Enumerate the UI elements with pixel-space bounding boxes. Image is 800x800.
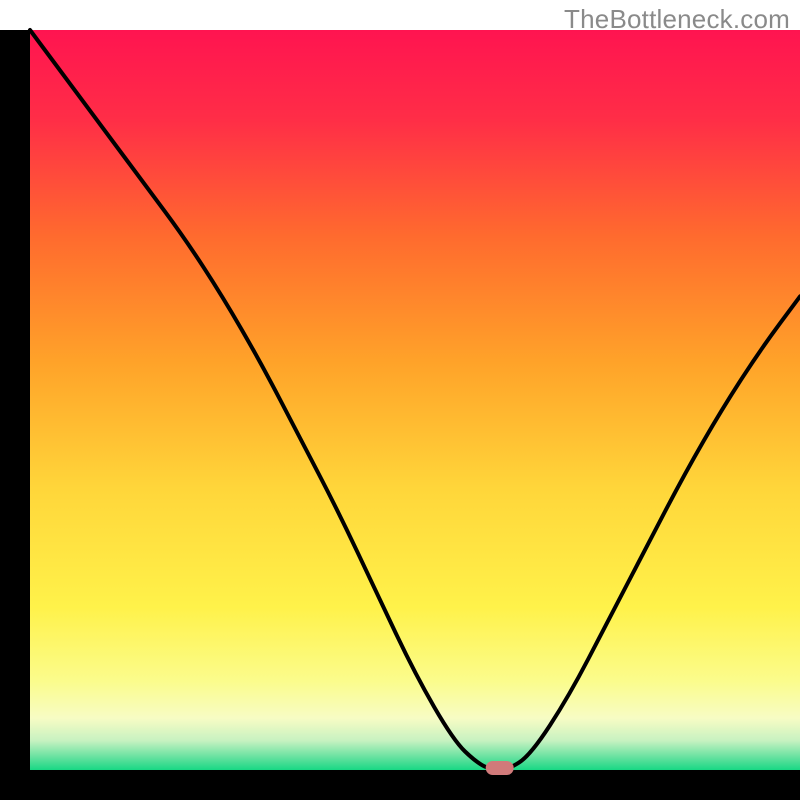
watermark-text: TheBottleneck.com <box>564 4 790 35</box>
bottleneck-chart <box>0 0 800 800</box>
optimal-marker <box>486 761 514 775</box>
chart-container: TheBottleneck.com <box>0 0 800 800</box>
